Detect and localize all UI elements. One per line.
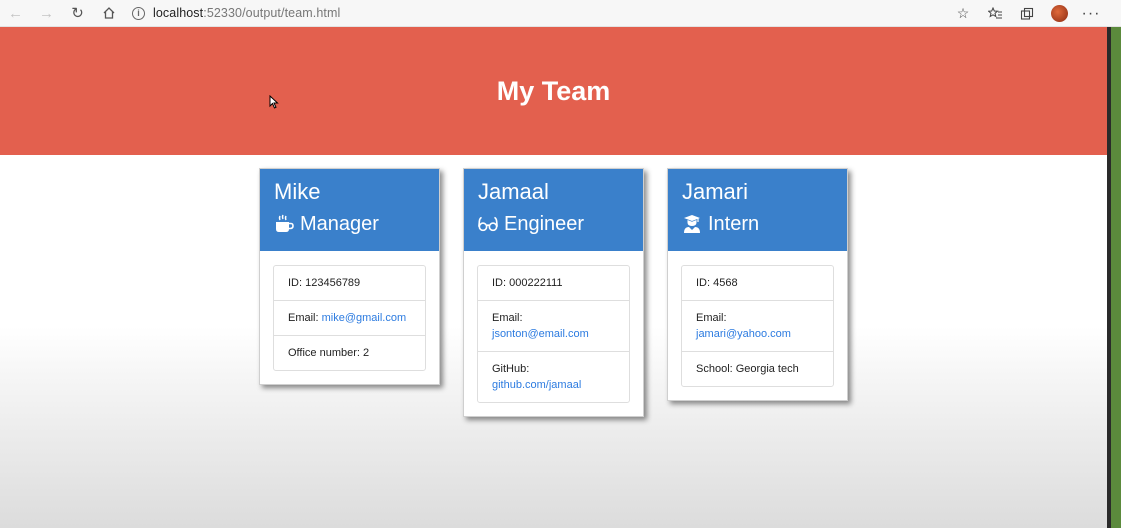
employee-card: Mike Manager ID: 123456789 Email: mike@g… bbox=[259, 168, 440, 385]
id-item: ID: 000222111 bbox=[478, 266, 629, 301]
employee-role: Engineer bbox=[478, 211, 629, 237]
home-icon[interactable] bbox=[93, 0, 124, 27]
profile-avatar[interactable] bbox=[1043, 0, 1075, 27]
glasses-icon bbox=[478, 216, 498, 232]
card-header: Mike Manager bbox=[260, 169, 439, 251]
info-icon[interactable]: i bbox=[132, 6, 145, 20]
employee-name: Jamari bbox=[682, 179, 749, 204]
email-item: Email: mike@gmail.com bbox=[274, 301, 425, 336]
info-list: ID: 4568 Email: jamari@yahoo.com School:… bbox=[681, 265, 834, 387]
employee-name: Mike bbox=[274, 179, 321, 204]
favorites-icon[interactable] bbox=[979, 0, 1011, 27]
id-item: ID: 4568 bbox=[682, 266, 833, 301]
graduate-icon bbox=[684, 215, 700, 233]
email-link[interactable]: mike@gmail.com bbox=[322, 312, 407, 324]
github-link[interactable]: github.com/jamaal bbox=[492, 379, 581, 391]
role-label: Manager bbox=[300, 213, 379, 235]
role-label: Engineer bbox=[504, 213, 585, 235]
refresh-icon[interactable]: ↻ bbox=[62, 0, 93, 27]
url-text: localhost:52330/output/team.html bbox=[153, 6, 341, 20]
collections-icon[interactable] bbox=[1011, 0, 1043, 27]
email-link[interactable]: jsonton@email.com bbox=[492, 328, 589, 340]
browser-toolbar: ← → ↻ i localhost:52330/output/team.html… bbox=[0, 0, 1121, 27]
github-item: GitHub: github.com/jamaal bbox=[492, 363, 582, 391]
address-bar[interactable]: i localhost:52330/output/team.html bbox=[132, 0, 340, 27]
page-content: My Team Mike Manager ID: 123456789 Email… bbox=[0, 27, 1107, 528]
employee-role: Intern bbox=[682, 211, 833, 237]
mouse-cursor-icon bbox=[269, 95, 279, 109]
more-icon[interactable]: ··· bbox=[1075, 0, 1107, 27]
employee-card: Jamari Intern ID: 4568 Email: jamari@yah… bbox=[667, 168, 848, 401]
employee-role: Manager bbox=[274, 211, 425, 237]
star-icon[interactable]: ☆ bbox=[947, 0, 979, 27]
email-item: Email: jamari@yahoo.com bbox=[682, 301, 833, 352]
school-item: School: Georgia tech bbox=[696, 363, 799, 375]
forward-icon[interactable]: → bbox=[31, 0, 62, 27]
info-list: ID: 000222111 Email: jsonton@email.com G… bbox=[477, 265, 630, 403]
employee-card: Jamaal Engineer ID: 000222111 Email: jso… bbox=[463, 168, 644, 417]
window-edge bbox=[1107, 27, 1121, 528]
id-item: ID: 123456789 bbox=[274, 266, 425, 301]
email-link[interactable]: jamari@yahoo.com bbox=[696, 328, 791, 340]
role-label: Intern bbox=[708, 213, 760, 235]
team-cards: Mike Manager ID: 123456789 Email: mike@g… bbox=[259, 168, 848, 417]
email-item: Email: jsonton@email.com bbox=[478, 301, 629, 352]
employee-name: Jamaal bbox=[478, 179, 549, 204]
back-icon[interactable]: ← bbox=[0, 0, 31, 27]
office-number-item: Office number: 2 bbox=[288, 347, 370, 359]
card-header: Jamari Intern bbox=[668, 169, 847, 251]
card-header: Jamaal Engineer bbox=[464, 169, 643, 251]
team-header: My Team bbox=[0, 27, 1107, 155]
info-list: ID: 123456789 Email: mike@gmail.com Offi… bbox=[273, 265, 426, 371]
page-title: My Team bbox=[496, 75, 611, 106]
coffee-mug-icon bbox=[276, 214, 294, 232]
